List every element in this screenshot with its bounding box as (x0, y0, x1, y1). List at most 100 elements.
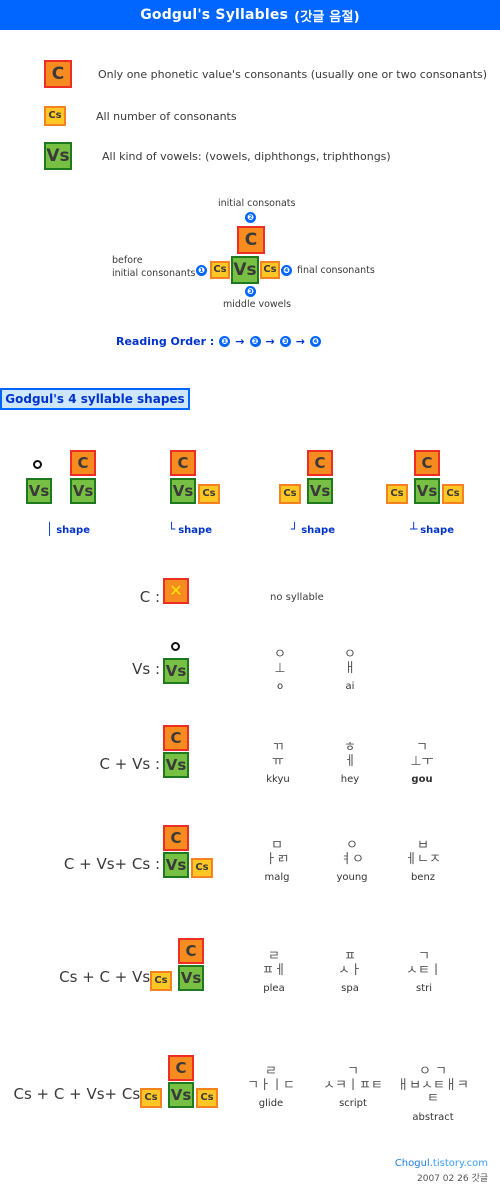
legend-row-consonant: C Only one phonetic value's consonants (… (44, 60, 487, 88)
example-romanization: ai (345, 681, 355, 693)
example-romanization: young (336, 872, 368, 884)
row-box-vs: Vs (168, 1082, 194, 1108)
row-label-c-vs: C + Vs : (99, 755, 160, 773)
row-label-cs-c-vs: Cs + C + Vs : (59, 968, 160, 986)
row-note-no-syllable: no syllable (270, 592, 324, 603)
legend-row-consonant-set: Cs All number of consonants (44, 106, 237, 126)
row-box-c: C (168, 1055, 194, 1081)
legend-box-cs: Cs (44, 106, 66, 126)
diagram-box-initial-consonant: C (237, 226, 265, 254)
example-item: ㄲ ㅠ kkyu (238, 741, 318, 786)
example-jamo: ㅇ ㅕㅇ (340, 838, 364, 867)
example-romanization: spa (341, 983, 359, 995)
example-item: ㅍ ㅅㅏ spa (310, 949, 390, 995)
footer-date: 2007 02 26 갓글 (395, 1171, 488, 1184)
shape-stack-vertical: Vs C Vs (8, 448, 128, 508)
shape-caption-bottom-right: ┘ shape (253, 522, 373, 536)
legend-text-consonant: Only one phonetic value's consonants (us… (98, 67, 488, 81)
shape-column-bottom-left: C Vs Cs └ shape (130, 448, 250, 536)
example-jamo: ㅇ ⊥ (274, 647, 286, 676)
page-title: Godgul's Syllables (140, 7, 289, 23)
example-jamo: ㅎ ㅔ (344, 740, 356, 769)
diagram-number-1: ❶ (196, 265, 207, 276)
example-item: ㄱ ⊥ㅜ gou (382, 741, 462, 786)
shape-caption-text-bottom-right: shape (301, 525, 335, 536)
shape-column-bottom-both: C Cs Vs Cs ┴ shape (372, 448, 492, 536)
example-item: ㅎ ㅔ hey (310, 740, 390, 786)
example-item: ㄹ ㅍㅔ plea (234, 949, 314, 995)
example-romanization: o (276, 681, 284, 693)
shape-glyph-bottom-both: ┴ (410, 522, 418, 536)
example-romanization: plea (263, 983, 285, 995)
diagram-label-before-line1: before (112, 255, 143, 266)
reading-order-step-1: ❶ (219, 336, 231, 347)
diagram-label-initial-consonants: initial consonats (218, 198, 296, 209)
page-title-korean: (갓글 음절) (294, 9, 360, 25)
diagram-number-2: ❷ (245, 212, 256, 223)
shape-box-vs: Vs (70, 478, 96, 504)
shape-caption-text-vertical: shape (56, 525, 90, 536)
shape-box-cs-left: Cs (386, 484, 408, 504)
shape-caption-text-bottom-left: shape (178, 525, 212, 536)
diagram-middle-row: Cs Vs Cs (210, 256, 280, 284)
example-item: ㅇ ㄱ ㅐㅂㅅㅌㅐㅋㅌ abstract (393, 1065, 473, 1123)
example-jamo: ㄹ ㅍㅔ (262, 949, 286, 978)
legend-row-vowel: Vs All kind of vowels: (vowels, diphthon… (44, 142, 391, 170)
diagram-box-vowel: Vs (231, 256, 259, 284)
example-romanization: kkyu (266, 774, 290, 786)
circle-icon (33, 460, 42, 469)
diagram-box-final: Cs (260, 261, 280, 279)
example-jamo: ㅇ ㄱ ㅐㅂㅅㅌㅐㅋㅌ (397, 1064, 469, 1107)
shape-glyph-bottom-right: ┘ (291, 522, 299, 536)
row-box-vs: Vs (163, 852, 189, 878)
shape-box-vs: Vs (170, 478, 196, 504)
diagram-label-final-consonants: final consonants (297, 265, 375, 276)
footer: Chogul.tistory.com 2007 02 26 갓글 (395, 1158, 488, 1184)
example-jamo: ㄱ ㅅㅌㅣ (406, 949, 442, 978)
row-box-vs: Vs (163, 752, 189, 778)
shape-box-c: C (307, 450, 333, 476)
shape-box-c: C (170, 450, 196, 476)
example-jamo: ㅇ ㅐ (344, 647, 356, 676)
legend-text-consonant-set: All number of consonants (96, 109, 237, 123)
row-label-vs: Vs : (132, 660, 160, 678)
example-jamo: ㅂ ㅔㄴㅈ (405, 838, 441, 867)
example-item: ㅇ ⊥ o (240, 647, 320, 693)
row-box-c: C (163, 725, 189, 751)
diagram-label-before-initial: before initial consonants (112, 254, 196, 280)
reading-order-label: Reading Order : (116, 335, 215, 348)
example-romanization: hey (340, 774, 360, 786)
shape-box-vs-left: Vs (26, 478, 52, 504)
example-jamo: ㅁ ㅏㄺ (265, 838, 289, 867)
shape-glyph-vertical: │ (46, 522, 54, 536)
row-label-c: C : (139, 588, 160, 606)
example-romanization: abstract (412, 1111, 454, 1123)
shape-caption-bottom-left: └ shape (130, 522, 250, 536)
footer-korean: 갓글 (471, 1174, 488, 1184)
example-item: ㄱ ㅅㅋㅣㅍㅌ script (313, 1064, 393, 1110)
diagram-label-before-line2: initial consonants (112, 268, 196, 279)
shape-box-c: C (414, 450, 440, 476)
shape-column-vertical: Vs C Vs │ shape (8, 448, 128, 536)
diagram-label-middle-vowels: middle vowels (223, 299, 292, 310)
syllable-structure-diagram: initial consonats ❷ C Cs Vs Cs ❸ middle … (0, 198, 500, 310)
row-box-vs: Vs (178, 965, 204, 991)
footer-date-text: 2007 02 26 (417, 1174, 469, 1184)
example-jamo: ㅍ ㅅㅏ (338, 949, 362, 978)
shape-box-vs: Vs (414, 478, 440, 504)
example-jamo: ㄹ ㄱㅏㅣㄷ (247, 1064, 295, 1093)
syllable-shapes-row: Vs C Vs │ shape C Vs Cs └ shape C Cs Vs ┘ s… (0, 448, 500, 543)
diagram-number-3: ❸ (245, 286, 256, 297)
example-jamo: ㄱ ㅅㅋㅣㅍㅌ (323, 1064, 383, 1093)
shape-caption-bottom-both: ┴ shape (372, 522, 492, 536)
reading-order-arrow-3: → (295, 335, 305, 348)
row-box-c: C (178, 938, 204, 964)
reading-order-arrow-2: → (265, 335, 275, 348)
site-link[interactable]: Chogul.tistory.com (395, 1158, 488, 1169)
row-box-vs: Vs (163, 658, 189, 684)
row-box-cs-right: Cs (196, 1088, 218, 1108)
shape-box-cs-right: Cs (198, 484, 220, 504)
shape-caption-vertical: │ shape (8, 522, 128, 536)
example-romanization: malg (264, 872, 290, 884)
example-item: ㅁ ㅏㄺ malg (237, 838, 317, 884)
